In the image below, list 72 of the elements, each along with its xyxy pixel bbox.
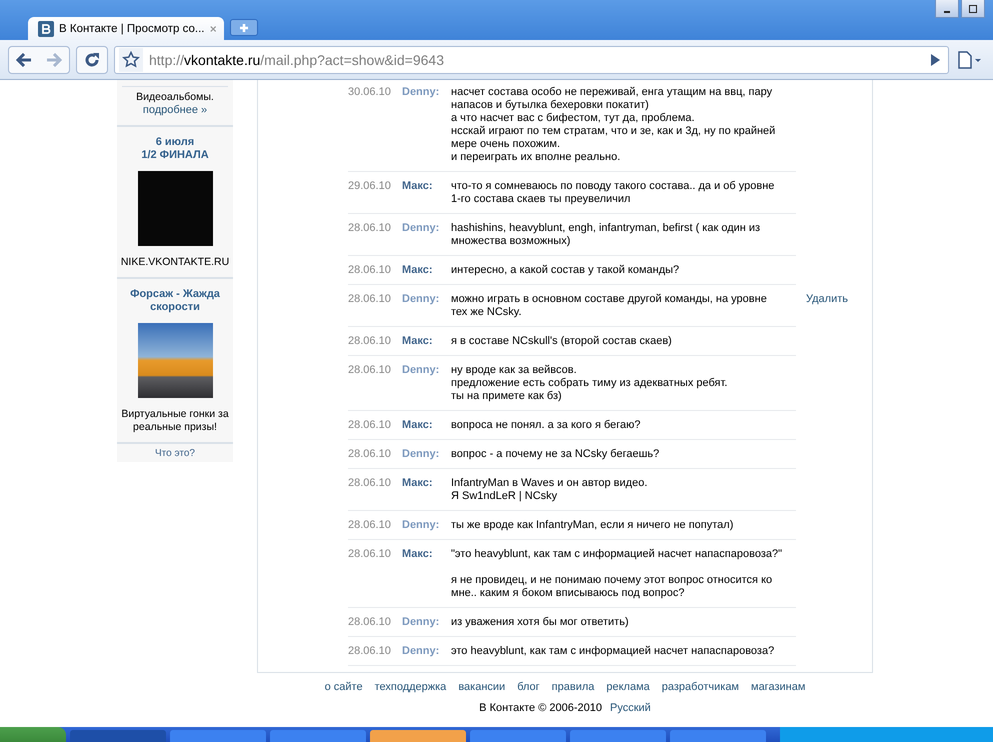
message-date: 28.06.10 (348, 264, 392, 277)
more-link[interactable]: подробнее » (142, 104, 208, 117)
photo-placeholder[interactable] (138, 323, 212, 398)
delete-link[interactable]: Удалить (806, 293, 848, 306)
author-link[interactable]: Макс: (402, 419, 451, 432)
go-icon[interactable] (930, 54, 940, 66)
ad-title[interactable]: 6 июля 1/2 ФИНАЛА (141, 136, 209, 162)
what-is-this-link[interactable]: Что это? (155, 448, 195, 459)
message-text: вопрос - а почему не за NCsky бегаешь? (451, 448, 660, 461)
plus-icon (239, 22, 249, 32)
address-field[interactable]: http://vkontakte.ru/mail.php?act=show&id=9643 (114, 46, 949, 74)
message-text: InfantryMan в Waves и он автор видео. Я Sw1ndLeR | NCsky (451, 477, 648, 503)
ad-title[interactable]: Форсаж - Жажда скорости (130, 288, 220, 314)
message-text: можно играть в основном составе другой команды, на уровне тех же NCsky. (451, 293, 768, 319)
footer-link[interactable]: техподдержка (374, 681, 446, 693)
message-text: интересно, а какой состав у такой команды? (451, 264, 680, 277)
author-link[interactable]: Макс: (402, 180, 451, 206)
minimize-icon (944, 10, 950, 12)
message-date: 28.06.10 (348, 293, 392, 307)
author-link[interactable]: Макс: (402, 264, 451, 277)
footer-link[interactable]: разработчикам (662, 681, 739, 693)
ad-caption: Виртуальные гонки за реальные призы! (121, 408, 229, 434)
copyright-text: В Контакте © 2006-2010 (479, 702, 602, 714)
ad-caption: Видеоальбомы. (136, 91, 214, 104)
footer-link[interactable]: вакансии (458, 681, 506, 693)
close-icon[interactable] (210, 24, 216, 32)
message-text: вопроса не понял. а за кого я бегаю? (451, 419, 642, 432)
footer-link[interactable]: реклама (606, 681, 650, 693)
ad-caption: NIKE.VKONTAKTE.RU (120, 256, 230, 269)
author-link[interactable]: Макс: (402, 335, 451, 348)
message-date: 28.06.10 (348, 448, 392, 461)
site-logo-icon (38, 20, 54, 36)
message-text: это heavyblunt, как там с информацией насчет напаспаровоза? (451, 645, 776, 658)
forward-arrow-icon (46, 52, 62, 66)
message-text: насчет состава особо не переживай, енга утащим на ввц, пару напасов и бутылка бехеровки покатит) а что насчет вас с бифестом, тут да, проблема. нсскай играют по тем стратам, что и зе, как и 3д, ну по крайней мере очень похожим. и переиграть их вполне реально. (451, 86, 776, 164)
message-text: я не провидец, и не понимаю почему этот вопрос относится ко мне.. каким я боком вписываюсь под вопрос? (451, 574, 774, 600)
message-date: 28.06.10 (348, 645, 392, 658)
message-text: что-то я сомневаюсь по поводу такого состава.. да и об уровне 1-го состава скаев ты преувеличил (451, 180, 776, 206)
message-date: 29.06.10 (348, 180, 392, 194)
message-text: я в составе NCskull's (второй состав скаев) (451, 335, 673, 348)
message-date: 28.06.10 (348, 222, 392, 236)
back-arrow-icon (16, 52, 32, 66)
message-text: hashishins, heavyblunt, engh, infantryman, befirst ( как один из множества возможных) (451, 222, 762, 248)
page-icon (957, 50, 983, 68)
message-date: 28.06.10 (348, 519, 392, 532)
maximize-button[interactable] (961, 0, 985, 18)
reload-button[interactable] (76, 46, 108, 74)
message-date: 30.06.10 (348, 86, 392, 100)
minimize-button[interactable] (935, 0, 959, 18)
new-tab-button[interactable] (230, 19, 258, 36)
message-text: из уважения хотя бы мог ответить) (451, 616, 630, 629)
message-date: 28.06.10 (348, 419, 392, 432)
language-link[interactable]: Русский (610, 702, 651, 714)
message-date: 28.06.10 (348, 364, 392, 378)
author-link[interactable]: Макс: (402, 477, 451, 503)
message-date: 28.06.10 (348, 477, 392, 491)
message-date: 28.06.10 (348, 335, 392, 348)
footer-link[interactable]: блог (517, 681, 540, 693)
footer-link[interactable]: о сайте (324, 681, 363, 693)
message-text: ну вроде как за вейвсов. предложение есть собрать тиму из адекватных ребят. ты на примете как бз) (451, 364, 728, 403)
message-text: ты же вроде как InfantryMan, если я ничего не попутал) (451, 519, 734, 532)
start-button[interactable] (0, 727, 66, 742)
maximize-icon (969, 4, 977, 12)
browser-tab[interactable]: В Контакте | Просмотр со... (28, 17, 224, 40)
message-date: 28.06.10 (348, 616, 392, 629)
message-date: 28.06.10 (348, 548, 392, 562)
message-text: "это heavyblunt, как там с информацией насчет напаспаровоза?" (451, 548, 783, 561)
address-text: http://vkontakte.ru/mail.php?act=show&id=9643 (149, 52, 445, 68)
reload-icon (84, 52, 100, 68)
footer-link[interactable]: правила (552, 681, 594, 693)
footer-link[interactable]: магазинам (751, 681, 806, 693)
author-link[interactable]: Макс: (402, 548, 451, 600)
